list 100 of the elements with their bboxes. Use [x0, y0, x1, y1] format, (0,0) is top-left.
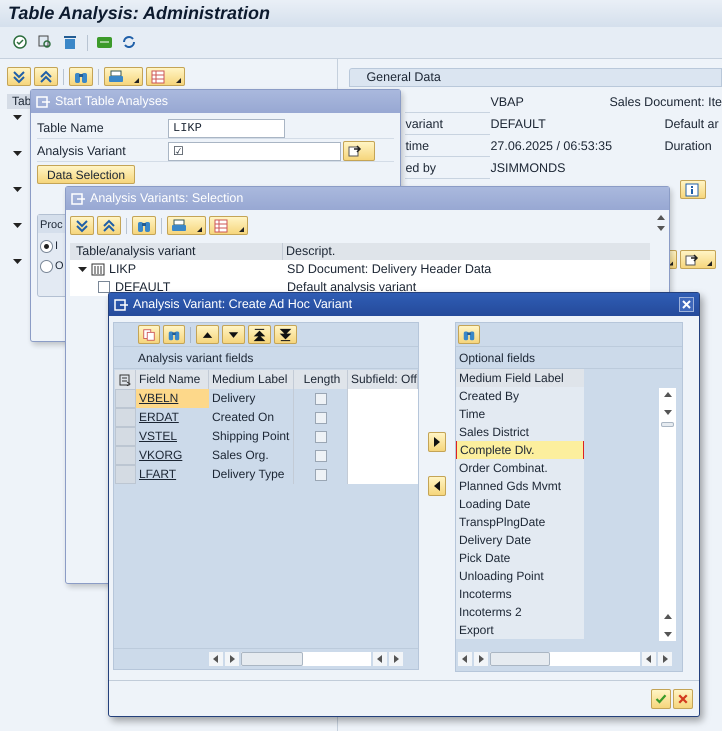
checkbox[interactable] — [314, 412, 326, 424]
close-button[interactable] — [679, 297, 694, 312]
section-header: General Data — [349, 68, 722, 87]
print-button[interactable] — [104, 67, 143, 86]
window-title: Table Analysis: Administration — [8, 2, 270, 25]
copy-button[interactable] — [138, 325, 160, 344]
scrollbar-track[interactable] — [241, 652, 371, 666]
table-cell: Created On — [209, 408, 294, 427]
list-item[interactable]: TranspPlngDate — [456, 513, 584, 531]
field-name-link[interactable]: VBELN — [136, 389, 209, 408]
printer-icon — [108, 68, 124, 84]
trash-icon[interactable] — [62, 34, 79, 51]
table-cell: Shipping Point — [209, 427, 294, 446]
scroll-left-icon — [458, 652, 472, 666]
find-button[interactable] — [69, 67, 93, 86]
scroll-right-icon — [474, 652, 488, 666]
tree-node[interactable]: DEFAULT — [115, 278, 170, 296]
checkbox[interactable] — [314, 392, 326, 404]
column-header: Medium Label — [209, 370, 294, 389]
scrollbar-thumb[interactable] — [490, 652, 550, 666]
field-name-link[interactable]: VSTEL — [136, 427, 209, 446]
radio-button[interactable] — [40, 260, 53, 272]
double-up-button[interactable] — [248, 325, 271, 344]
confirm-button[interactable] — [651, 688, 671, 708]
triangle-up-button[interactable] — [196, 325, 219, 344]
find-button[interactable] — [132, 216, 156, 235]
column-header: Subfield: Off — [348, 370, 418, 389]
find-button[interactable] — [458, 325, 480, 344]
scroll-right-icon — [389, 652, 403, 666]
field-name-link[interactable]: LFART — [136, 465, 209, 484]
arrow-right-icon — [684, 252, 700, 268]
field-label: Duration — [664, 138, 712, 155]
layout-button[interactable] — [209, 216, 248, 235]
list-item[interactable]: Incoterms 2 — [456, 603, 584, 621]
checkbox[interactable] — [314, 430, 326, 442]
table-icon — [91, 262, 105, 276]
input-field[interactable]: ☑ — [168, 142, 341, 160]
triangle-down-button[interactable] — [222, 325, 245, 344]
list-item[interactable]: Delivery Date — [456, 531, 584, 549]
scroll-left-icon — [373, 652, 387, 666]
scrollbar-track[interactable] — [490, 652, 640, 666]
scroll-left-icon — [642, 652, 656, 666]
cancel-button[interactable] — [673, 688, 693, 708]
checkbox[interactable] — [98, 281, 110, 293]
tree-node[interactable]: LIKP — [109, 260, 136, 278]
scroll-right-icon — [225, 652, 239, 666]
collapse-all-button[interactable] — [34, 67, 58, 86]
expand-all-button[interactable] — [7, 67, 31, 86]
expand-all-button[interactable] — [70, 216, 94, 235]
field-label: variant — [405, 117, 443, 131]
execute-icon[interactable] — [12, 34, 29, 51]
copy-icon — [142, 326, 156, 342]
list-item[interactable]: Created By — [456, 387, 584, 405]
column-header: Medium Field Label — [456, 369, 584, 387]
tree-description: Default analysis variant — [286, 279, 416, 296]
layout-button[interactable] — [146, 67, 185, 86]
scrollbar-thumb[interactable] — [241, 652, 303, 666]
list-item[interactable]: Export — [456, 621, 584, 639]
print-button[interactable] — [167, 216, 206, 235]
field-name-link[interactable]: ERDAT — [136, 408, 209, 427]
collapse-all-button[interactable] — [97, 216, 121, 235]
double-down-button[interactable] — [274, 325, 297, 344]
radio-button[interactable] — [40, 240, 53, 252]
list-item[interactable]: Order Combinat. — [456, 459, 584, 477]
find-button[interactable] — [163, 325, 185, 344]
scrollbar-thumb[interactable] — [661, 422, 674, 427]
collapse-icon — [38, 68, 54, 84]
scroll-left-icon — [209, 652, 223, 666]
data-selection-button[interactable]: Data Selection — [37, 165, 136, 184]
checkbox[interactable] — [314, 450, 326, 462]
dialog-title: Start Table Analyses — [55, 93, 168, 110]
list-item[interactable]: Unloading Point — [456, 567, 584, 585]
list-item[interactable]: Complete Dlv. — [456, 441, 584, 459]
field-label: Table Name — [37, 120, 105, 137]
column-header: Length — [294, 370, 348, 389]
close-icon — [682, 300, 691, 309]
input-field[interactable] — [348, 465, 418, 484]
checkbox[interactable] — [314, 468, 326, 480]
list-item[interactable]: Sales District — [456, 423, 584, 441]
move-right-button[interactable] — [428, 432, 446, 452]
list-item[interactable]: Planned Gds Mvmt — [456, 477, 584, 495]
list-item[interactable]: Time — [456, 405, 584, 423]
column-header: Descript. — [285, 243, 336, 260]
expand-icon — [74, 218, 90, 234]
refresh-icon[interactable] — [121, 34, 138, 51]
table-cell: Sales Org. — [209, 446, 294, 465]
list-item[interactable]: Loading Date — [456, 495, 584, 513]
input-field[interactable]: LIKP — [168, 118, 285, 138]
export-button[interactable] — [680, 250, 716, 269]
input-field[interactable] — [348, 389, 418, 408]
dialog-icon — [36, 96, 50, 108]
field-description: Sales Document: Ite — [609, 94, 722, 111]
field-name-link[interactable]: VKORG — [136, 446, 209, 465]
info-button[interactable] — [680, 180, 706, 199]
lookup-button[interactable] — [343, 141, 375, 161]
table-cell: Delivery Type — [209, 465, 294, 484]
list-item[interactable]: Incoterms — [456, 585, 584, 603]
list-item[interactable]: Pick Date — [456, 549, 584, 567]
field-value: VBAP — [490, 94, 525, 111]
move-left-button[interactable] — [428, 476, 446, 496]
